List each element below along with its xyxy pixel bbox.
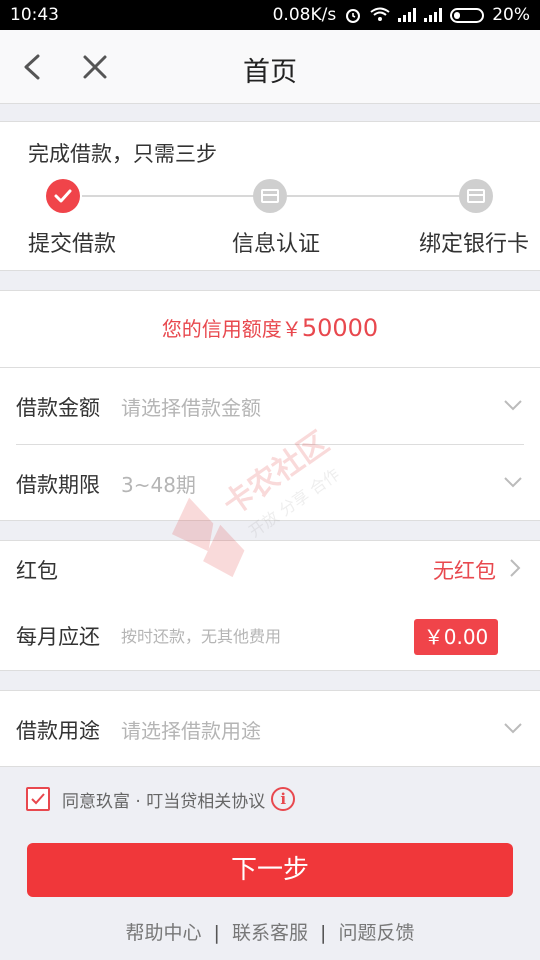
step-1-check-icon <box>46 179 80 213</box>
monthly-amount-badge: ￥0.00 <box>414 619 498 655</box>
help-center-link[interactable]: 帮助中心 <box>125 922 201 944</box>
alarm-icon <box>346 9 361 23</box>
contact-service-link[interactable]: 联系客服 <box>232 922 308 944</box>
chevron-down-icon <box>504 400 522 411</box>
feedback-link[interactable]: 问题反馈 <box>339 922 415 944</box>
monthly-label: 每月应还 <box>16 625 100 649</box>
step-1-label: 提交借款 <box>28 232 117 257</box>
back-icon[interactable] <box>18 52 48 82</box>
steps-title: 完成借款，只需三步 <box>28 142 217 166</box>
loan-purpose-placeholder: 请选择借款用途 <box>121 719 261 743</box>
chevron-down-icon <box>504 477 522 488</box>
red-packet-value: 无红包 <box>433 559 496 583</box>
nav-bar: 首页 <box>0 30 540 104</box>
check-icon <box>31 793 45 805</box>
battery-level: 20% <box>492 5 530 25</box>
purpose-card: 借款用途 请选择借款用途 <box>0 690 540 767</box>
wifi-icon <box>370 7 390 21</box>
chevron-right-icon <box>510 559 521 577</box>
steps-card: 完成借款，只需三步 提交借款 信息认证 绑定银行卡 <box>0 121 540 271</box>
agreement-checkbox[interactable] <box>26 787 50 811</box>
network-speed: 0.08K/s <box>272 5 337 25</box>
signal-2-icon <box>424 8 443 22</box>
signal-icon <box>398 8 417 22</box>
status-bar: 10:43 0.08K/s 20% <box>0 0 540 30</box>
status-right: 0.08K/s 20% <box>273 5 530 25</box>
next-step-button[interactable]: 下一步 <box>27 843 513 897</box>
footer-separator: | <box>213 922 220 944</box>
battery-icon <box>450 7 485 23</box>
loan-amount-label: 借款金额 <box>16 396 100 420</box>
red-packet-row[interactable]: 红包 无红包 <box>0 541 540 597</box>
step-3-card-icon <box>459 179 493 213</box>
loan-form: 借款金额 请选择借款金额 借款期限 3~48期 <box>0 368 540 521</box>
step-connector <box>82 195 254 197</box>
credit-limit: 您的信用额度￥50000 <box>0 313 540 342</box>
loan-term-select[interactable]: 借款期限 3~48期 <box>0 445 540 521</box>
credit-card: 您的信用额度￥50000 <box>0 290 540 368</box>
info-icon[interactable]: i <box>271 787 296 811</box>
loan-term-placeholder: 3~48期 <box>121 473 196 497</box>
credit-prefix: 您的信用额度￥ <box>161 317 302 341</box>
footer-links: 帮助中心 | 联系客服 | 问题反馈 <box>0 918 540 945</box>
loan-purpose-select[interactable]: 借款用途 请选择借款用途 <box>0 691 540 767</box>
step-3-label: 绑定银行卡 <box>419 232 530 257</box>
loan-term-label: 借款期限 <box>16 473 100 497</box>
loan-amount-select[interactable]: 借款金额 请选择借款金额 <box>0 368 540 444</box>
close-icon[interactable] <box>80 52 110 82</box>
loan-purpose-label: 借款用途 <box>16 719 100 743</box>
step-connector <box>287 195 459 197</box>
credit-amount: 50000 <box>301 314 379 342</box>
bonus-card: 红包 无红包 每月应还 按时还款，无其他费用 ￥0.00 <box>0 540 540 671</box>
agreement-row: 同意玖富 · 叮当贷相关协议 i <box>26 786 296 812</box>
loan-amount-placeholder: 请选择借款金额 <box>121 396 261 420</box>
status-time: 10:43 <box>10 5 59 25</box>
monthly-note: 按时还款，无其他费用 <box>121 627 282 646</box>
chevron-down-icon <box>504 723 522 734</box>
step-2-label: 信息认证 <box>232 232 321 257</box>
agreement-link[interactable]: 同意玖富 · 叮当贷相关协议 <box>62 787 265 812</box>
footer-separator: | <box>320 922 327 944</box>
step-2-card-icon <box>253 179 287 213</box>
red-packet-label: 红包 <box>16 559 58 583</box>
